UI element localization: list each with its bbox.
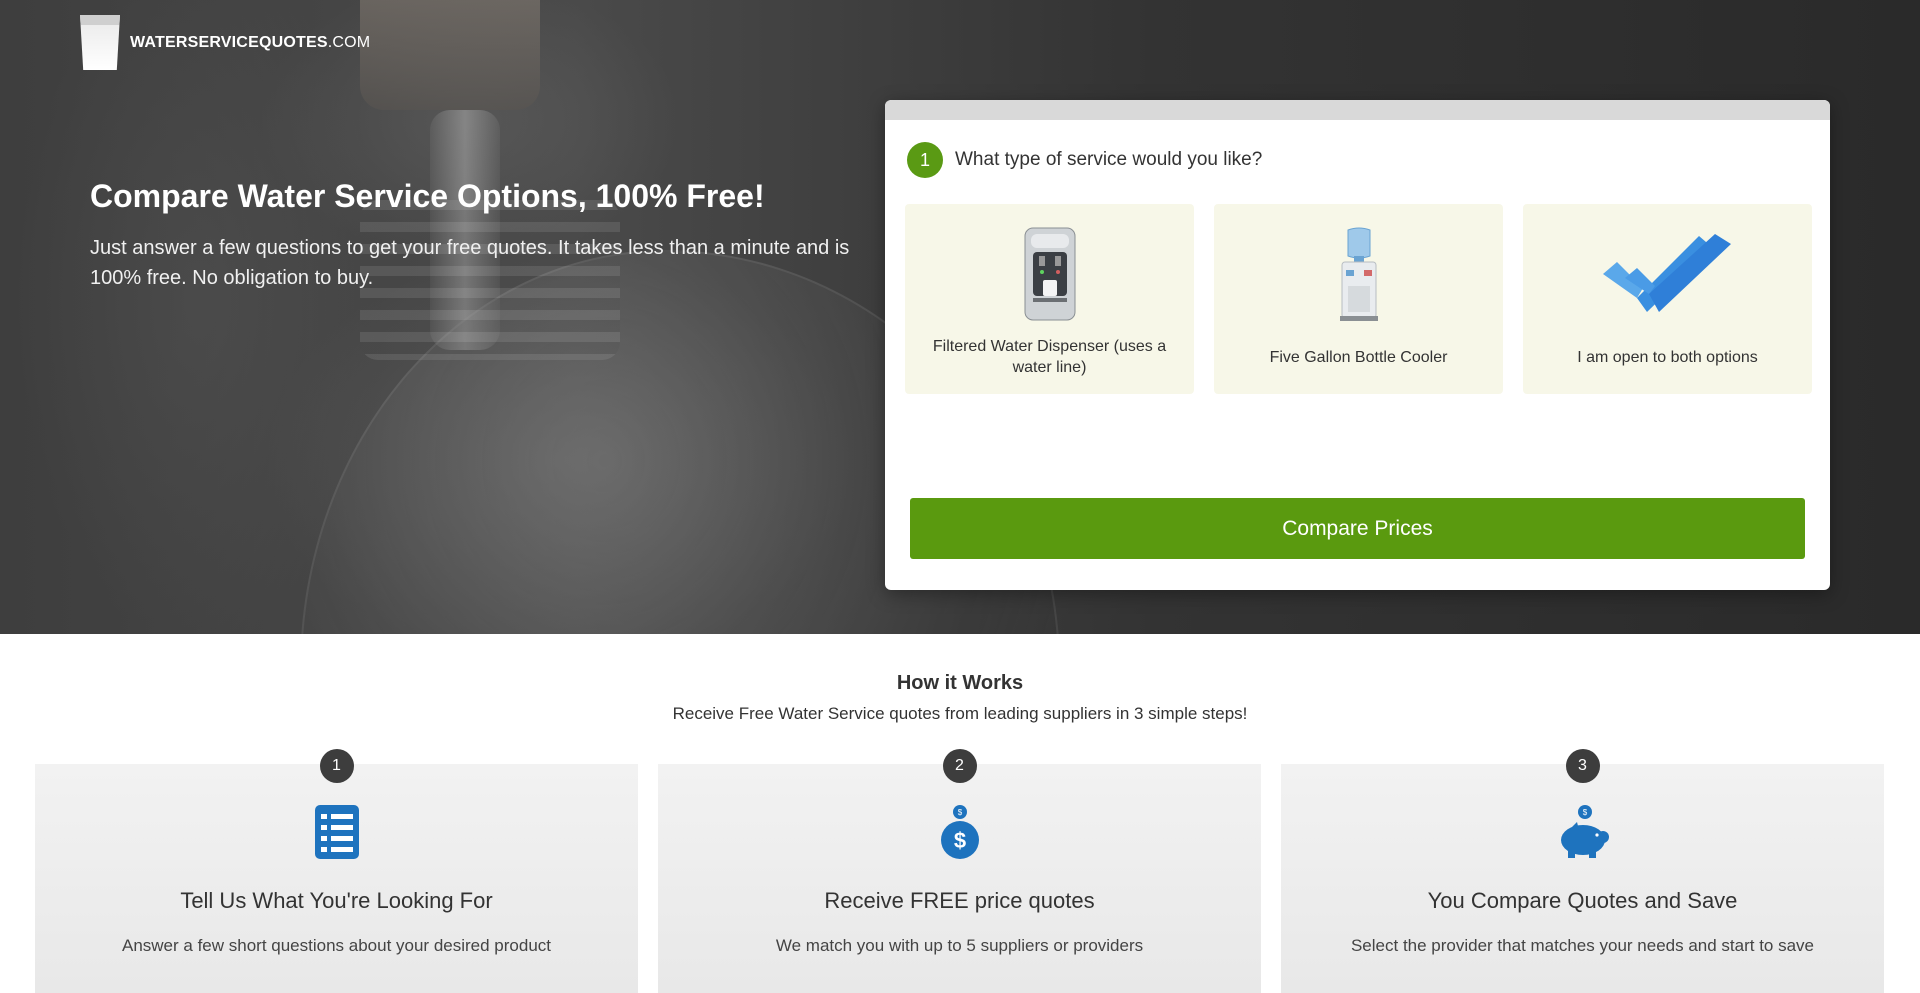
double-check-icon — [1602, 234, 1731, 312]
site-logo[interactable]: WATERSERVICEQUOTES.COM — [80, 15, 370, 70]
option-label: I am open to both options — [1577, 348, 1758, 366]
piggy-bank-icon: $ — [1560, 805, 1609, 858]
option-five-gallon-bottle-cooler[interactable]: Five Gallon Bottle Cooler — [1214, 204, 1503, 394]
logo-text: WATERSERVICEQUOTES.COM — [130, 33, 371, 51]
form-progress-bar — [885, 100, 1830, 120]
water-dispenser-icon — [1024, 227, 1075, 321]
bottle-cooler-icon — [1339, 227, 1378, 321]
service-options: Filtered Water Dispenser (uses a water l… — [905, 204, 1812, 394]
step-text: Select the provider that matches your ne… — [1350, 936, 1815, 955]
water-glass-icon — [80, 15, 120, 70]
svg-text:$: $ — [957, 808, 962, 817]
hero-title: Compare Water Service Options, 100% Free… — [90, 178, 765, 214]
compare-prices-button[interactable]: Compare Prices — [910, 498, 1805, 559]
question-text: What type of service would you like? — [955, 149, 1263, 170]
svg-text:$: $ — [1582, 808, 1587, 817]
svg-text:$: $ — [953, 828, 965, 853]
step-text: We match you with up to 5 suppliers or p… — [775, 936, 1144, 955]
step-card-1: 1 Tell Us What You're Looking For Answer… — [35, 749, 638, 993]
option-label: Five Gallon Bottle Cooler — [1269, 348, 1448, 366]
option-filtered-water-dispenser[interactable]: Filtered Water Dispenser (uses a water l… — [905, 204, 1194, 394]
step-number-badge: 2 — [942, 749, 977, 783]
how-it-works-subtitle: Receive Free Water Service quotes from l… — [672, 704, 1248, 723]
quote-form-card: 1 What type of service would you like? F… — [885, 100, 1830, 590]
step-number-badge: 1 — [319, 749, 354, 783]
option-open-to-both[interactable]: I am open to both options — [1523, 204, 1812, 394]
money-bag-icon: $ $ — [940, 805, 979, 859]
step-heading: Tell Us What You're Looking For — [180, 888, 493, 913]
how-it-works-title: How it Works — [896, 672, 1024, 694]
background-tap — [360, 0, 540, 110]
step-text: Answer a few short questions about your … — [121, 936, 552, 955]
step-card-3: 3 $ You Compare Quotes and Save Select t… — [1281, 749, 1884, 993]
question-step-badge: 1 — [907, 142, 943, 178]
step-card-2: 2 $ $ Receive FREE price quotes We match… — [658, 749, 1261, 993]
checklist-icon — [314, 805, 359, 859]
how-it-works-steps: 1 Tell Us What You're Looking For Answer… — [35, 749, 1884, 993]
step-heading: You Compare Quotes and Save — [1427, 888, 1738, 913]
hero-subtitle: Just answer a few questions to get your … — [90, 237, 850, 289]
step-heading: Receive FREE price quotes — [824, 888, 1095, 913]
form-question: 1 What type of service would you like? — [907, 142, 1262, 178]
step-number-badge: 3 — [1565, 749, 1600, 783]
option-label: Filtered Water Dispenser (uses a water l… — [932, 338, 1167, 376]
